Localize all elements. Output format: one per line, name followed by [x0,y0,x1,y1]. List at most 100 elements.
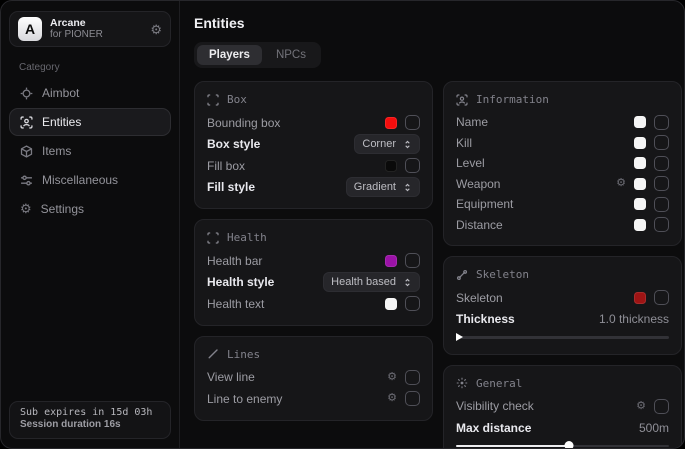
option-row-name: Name [456,112,669,133]
color-swatch[interactable] [634,198,646,210]
thickness-slider[interactable] [456,336,669,339]
person-scan-icon [456,94,468,106]
dropdown-value: Health based [331,276,396,288]
color-swatch[interactable] [634,178,646,190]
bone-icon [456,269,468,281]
crosshair-icon [20,87,33,100]
option-label: Health style [207,275,274,289]
option-label: View line [207,370,255,384]
option-label: Equipment [456,197,513,211]
tab-npcs[interactable]: NPCs [264,45,318,65]
checkbox[interactable] [405,391,420,406]
color-swatch[interactable] [634,116,646,128]
unfold-icon [403,140,412,149]
dropdown-value: Corner [362,138,396,150]
health-style-dropdown[interactable]: Health based [323,272,420,292]
entity-tabs: Players NPCs [194,42,321,68]
max-distance-slider[interactable] [456,445,669,448]
option-gear-icon[interactable]: ⚙ [387,393,397,404]
color-swatch[interactable] [385,298,397,310]
color-swatch[interactable] [385,117,397,129]
option-row-distance: Distance [456,215,669,236]
checkbox[interactable] [405,115,420,130]
sidebar-item-label: Settings [41,202,84,216]
option-label: Max distance [456,421,531,435]
slider-value: 500m [639,421,669,435]
sidebar-item-entities[interactable]: Entities [9,108,171,136]
color-swatch[interactable] [634,219,646,231]
color-swatch[interactable] [634,292,646,304]
sidebar-item-miscellaneous[interactable]: Miscellaneous [9,166,171,194]
option-label: Level [456,156,485,170]
option-label: Name [456,115,488,129]
checkbox[interactable] [654,115,669,130]
tab-players[interactable]: Players [197,45,262,65]
sidebar-item-label: Entities [42,115,81,129]
sun-icon [456,377,468,389]
color-swatch[interactable] [634,137,646,149]
checkbox[interactable] [654,399,669,414]
option-label: Fill box [207,159,245,173]
sidebar-item-aimbot[interactable]: Aimbot [9,79,171,107]
section-title: Box [227,93,247,106]
sidebar-item-settings[interactable]: ⚙ Settings [9,195,171,223]
checkbox[interactable] [405,158,420,173]
cube-icon [20,145,33,158]
option-row-max-distance: Max distance 500m [456,417,669,439]
app-logo: A [18,17,42,41]
sidebar-nav: Aimbot Entities Items [9,79,171,223]
option-label: Fill style [207,180,255,194]
color-swatch[interactable] [634,157,646,169]
unfold-icon [403,278,412,287]
option-label: Skeleton [456,291,503,305]
option-label: Line to enemy [207,392,282,406]
person-scan-icon [20,116,33,129]
box-style-dropdown[interactable]: Corner [354,134,420,154]
health-section: Health Health bar Health style Health ba… [194,219,433,326]
color-swatch[interactable] [385,160,397,172]
option-label: Visibility check [456,399,534,413]
slider-thumb[interactable] [456,333,463,341]
section-title: Health [227,231,267,244]
option-label: Distance [456,218,503,232]
slider-thumb[interactable] [564,441,573,449]
lines-section: Lines View line ⚙ Line to enemy ⚙ [194,336,433,421]
option-row-health-style: Health style Health based [207,272,420,294]
sidebar-item-label: Miscellaneous [42,173,118,187]
settings-gear-icon[interactable]: ⚙ [150,23,162,36]
unfold-icon [403,183,412,192]
option-label: Health text [207,297,264,311]
option-row-bounding-box: Bounding box [207,112,420,134]
app-subtitle: for PIONER [50,29,142,41]
option-row-weapon: Weapon ⚙ [456,174,669,195]
checkbox[interactable] [405,370,420,385]
checkbox[interactable] [654,176,669,191]
slider-value: 1.0 thickness [599,312,669,326]
page-title: Entities [194,15,682,31]
option-label: Health bar [207,254,262,268]
option-label: Box style [207,137,260,151]
checkbox[interactable] [405,253,420,268]
checkbox[interactable] [654,197,669,212]
fill-style-dropdown[interactable]: Gradient [346,177,420,197]
option-row-health-text: Health text [207,293,420,315]
checkbox[interactable] [654,290,669,305]
checkbox[interactable] [654,135,669,150]
option-gear-icon[interactable]: ⚙ [387,372,397,383]
sidebar-item-items[interactable]: Items [9,137,171,165]
option-row-line-to-enemy: Line to enemy ⚙ [207,388,420,410]
color-swatch[interactable] [385,255,397,267]
option-row-health-bar: Health bar [207,250,420,272]
option-label: Kill [456,136,472,150]
checkbox[interactable] [654,217,669,232]
session-duration-text: Session duration 16s [20,419,160,430]
option-gear-icon[interactable]: ⚙ [636,401,646,412]
option-gear-icon[interactable]: ⚙ [616,178,626,189]
checkbox[interactable] [654,156,669,171]
option-row-equipment: Equipment [456,194,669,215]
checkbox[interactable] [405,296,420,311]
sidebar: A Arcane for PIONER ⚙ Category Aimbot [1,1,180,448]
option-row-box-style: Box style Corner [207,134,420,156]
sidebar-item-label: Aimbot [42,86,79,100]
option-row-view-line: View line ⚙ [207,367,420,389]
